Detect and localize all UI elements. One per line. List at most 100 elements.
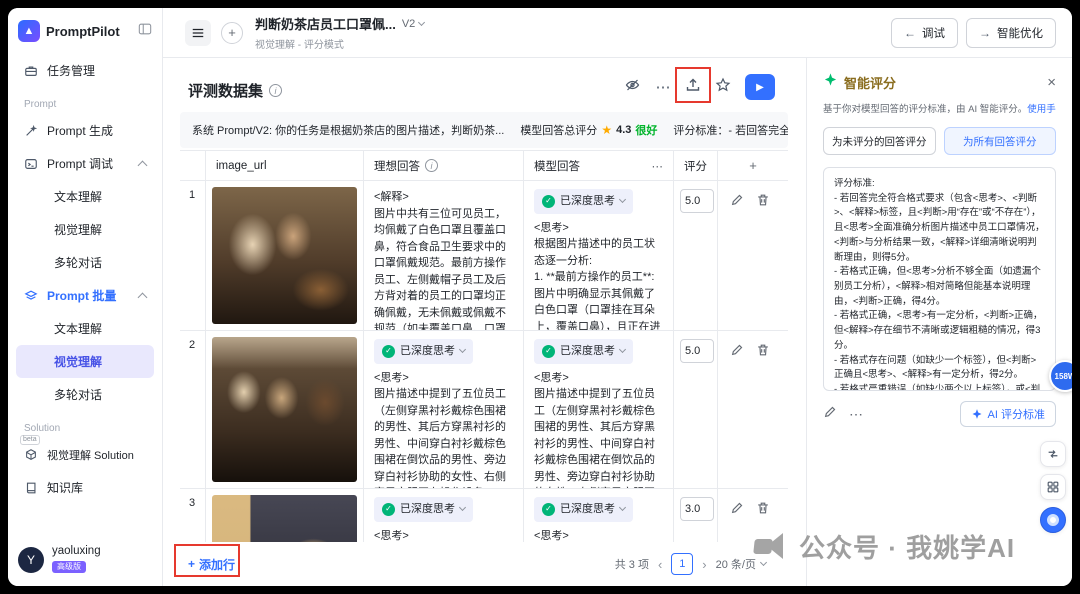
more-icon[interactable]: ⋯ — [652, 159, 664, 173]
sidebar-item-batch-vision-selected[interactable]: 视觉理解 — [16, 345, 154, 378]
upload-icon[interactable] — [685, 77, 701, 98]
sidebar-collapse-icon[interactable] — [138, 22, 152, 41]
model-answer-cell[interactable]: ✓ 已深度思考 <思考> — [524, 489, 674, 542]
ideal-answer-cell[interactable]: ✓ 已深度思考 <思考> — [364, 489, 524, 542]
chevron-down-icon — [618, 346, 627, 354]
pagination: 共 3 项 ‹ 1 › 20 条/页 — [615, 553, 768, 575]
model-answer-text: <思考> 图片描述中提到了五位员工（左侧穿黑衬衫戴棕色围裙的男性、其后方穿黑衬衫… — [534, 371, 655, 489]
row-index: 1 — [180, 181, 206, 331]
arrow-left-icon: ← — [904, 25, 916, 40]
sidebar-item-prompt-gen[interactable]: Prompt 生成 — [16, 114, 154, 147]
table-row: 1 <解释> 图片中共有三位可见员工，均佩戴了白色口罩且覆盖口鼻，符合食品卫生要… — [180, 181, 788, 331]
sidebar-item-vision-solution[interactable]: beta 视觉理解 Solution — [16, 435, 154, 471]
col-ideal-answer[interactable]: 理想回答 i — [364, 151, 524, 180]
add-column-button[interactable]: + — [718, 151, 788, 180]
star-icon[interactable] — [715, 77, 731, 98]
run-button[interactable]: ▶ — [745, 74, 775, 100]
translate-icon[interactable] — [1040, 441, 1066, 467]
close-icon[interactable]: × — [1047, 75, 1056, 90]
deep-think-badge[interactable]: ✓ 已深度思考 — [374, 339, 473, 364]
terminal-icon — [24, 157, 39, 171]
sidebar-item-prompt-debug[interactable]: Prompt 调试 — [16, 147, 154, 180]
prev-page-icon[interactable]: ‹ — [658, 557, 662, 572]
briefcase-icon — [24, 64, 39, 78]
ideal-answer-text: <解释> 图片中共有三位可见员工，均佩戴了白色口罩且覆盖口鼻，符合食品卫生要求中… — [374, 191, 506, 331]
sidebar-item-debug-multiturn[interactable]: 多轮对话 — [16, 246, 154, 279]
smart-optimize-button[interactable]: → 智能优化 — [966, 17, 1056, 48]
floating-toolbar — [1040, 441, 1066, 533]
chevron-down-icon — [458, 504, 467, 512]
score-unrated-button[interactable]: 为未评分的回答评分 — [823, 127, 936, 155]
ai-criteria-button[interactable]: AI 评分标准 — [959, 401, 1056, 427]
manual-link[interactable]: 使用手册 — [1027, 104, 1056, 115]
version-selector[interactable]: V2 — [402, 18, 426, 30]
hide-column-icon[interactable] — [624, 77, 641, 98]
ideal-answer-text: <思考> — [374, 529, 409, 542]
sidebar-item-debug-vision[interactable]: 视觉理解 — [16, 213, 154, 246]
chevron-down-icon — [759, 558, 768, 567]
model-answer-cell[interactable]: ✓ 已深度思考 <思考> 图片描述中提到了五位员工（左侧穿黑衬衫戴棕色围裙的男性、… — [524, 331, 674, 489]
score-input[interactable] — [680, 497, 714, 521]
check-icon: ✓ — [542, 194, 555, 208]
apps-grid-icon[interactable] — [1040, 474, 1066, 500]
trash-icon[interactable] — [756, 343, 770, 362]
evaluation-table: image_url 理想回答 i 模型回答 ⋯ 评分 + 1 <解释> 图片中共有三… — [180, 150, 788, 542]
ideal-answer-cell[interactable]: <解释> 图片中共有三位可见员工，均佩戴了白色口罩且覆盖口鼻，符合食品卫生要求中… — [364, 181, 524, 331]
app-window: ▲ PromptPilot 任务管理 Prompt Prompt 生成 Prom… — [8, 8, 1072, 586]
sidebar-item-prompt-batch[interactable]: Prompt 批量 — [16, 279, 154, 312]
score-input[interactable] — [680, 339, 714, 363]
sidebar-item-batch-text[interactable]: 文本理解 — [16, 312, 154, 345]
add-row-button[interactable]: + 添加行 — [180, 552, 243, 577]
info-icon[interactable]: i — [269, 84, 283, 97]
edit-icon[interactable] — [730, 343, 744, 362]
trash-icon[interactable] — [756, 193, 770, 212]
model-answer-text: <思考> — [534, 529, 569, 542]
sidebar-section-prompt: Prompt — [24, 99, 57, 110]
add-task-icon[interactable]: + — [221, 21, 243, 44]
deep-think-badge[interactable]: ✓ 已深度思考 — [534, 497, 633, 522]
cube-icon — [24, 448, 39, 462]
deep-think-badge[interactable]: ✓ 已深度思考 — [534, 339, 633, 364]
check-icon: ✓ — [542, 344, 555, 358]
edit-icon[interactable] — [730, 193, 744, 212]
ideal-answer-text: <思考> 图片描述中提到了五位员工（左侧穿黑衬衫戴棕色围裙的男性、其后方穿黑衬衫… — [374, 371, 506, 489]
assistant-icon[interactable] — [1040, 507, 1066, 533]
model-answer-text: <思考> 根据图片描述中的员工状态逐一分析: 1. **最前方操作的员工**: … — [534, 221, 661, 331]
table-footer: + 添加行 共 3 项 ‹ 1 › 20 条/页 — [180, 542, 768, 586]
trash-icon[interactable] — [756, 501, 770, 520]
col-index — [180, 151, 206, 180]
row-image[interactable] — [212, 337, 357, 482]
model-answer-cell[interactable]: ✓ 已深度思考 <思考> 根据图片描述中的员工状态逐一分析: 1. **最前方操作… — [524, 181, 674, 331]
wand-icon — [24, 124, 39, 138]
breadcrumb: 视觉理解 - 评分模式 — [255, 40, 344, 51]
sidebar-item-knowledge-base[interactable]: 知识库 — [16, 471, 154, 504]
sidebar-item-debug-text[interactable]: 文本理解 — [16, 180, 154, 213]
row-image[interactable] — [212, 495, 357, 542]
score-input[interactable] — [680, 189, 714, 213]
col-image-url[interactable]: image_url — [206, 151, 364, 180]
col-score[interactable]: 评分 — [674, 151, 718, 180]
user-profile[interactable]: Y yaoluxing 高级版 — [16, 535, 154, 586]
total-score-label: 模型回答总评分 — [520, 125, 598, 137]
sidebar-item-label: Prompt 生成 — [47, 124, 114, 138]
sidebar-item-task-management[interactable]: 任务管理 — [16, 54, 154, 87]
page-number[interactable]: 1 — [671, 553, 694, 575]
ideal-answer-cell[interactable]: ✓ 已深度思考 <思考> 图片描述中提到了五位员工（左侧穿黑衬衫戴棕色围裙的男性、… — [364, 331, 524, 489]
criteria-editor[interactable]: 评分标准: - 若回答完全符合格式要求（包含<思考>、<判断>、<解释>标签，且… — [823, 167, 1056, 391]
user-name: yaoluxing — [52, 545, 101, 558]
edit-icon[interactable] — [730, 501, 744, 520]
hamburger-menu-icon[interactable] — [185, 19, 211, 46]
next-page-icon[interactable]: › — [702, 557, 706, 572]
row-image[interactable] — [212, 187, 357, 324]
debug-button[interactable]: ← 调试 — [891, 17, 958, 48]
col-model-answer[interactable]: 模型回答 ⋯ — [524, 151, 674, 180]
more-icon[interactable]: ⋯ — [849, 406, 863, 423]
plan-badge: 高级版 — [52, 561, 86, 573]
deep-think-badge[interactable]: ✓ 已深度思考 — [534, 189, 633, 214]
page-size-select[interactable]: 20 条/页 — [716, 556, 768, 572]
edit-icon[interactable] — [823, 405, 837, 424]
sidebar-item-batch-multiturn[interactable]: 多轮对话 — [16, 378, 154, 411]
deep-think-badge[interactable]: ✓ 已深度思考 — [374, 497, 473, 522]
more-icon[interactable]: ⋯ — [655, 78, 671, 96]
score-all-button[interactable]: 为所有回答评分 — [943, 127, 1056, 155]
